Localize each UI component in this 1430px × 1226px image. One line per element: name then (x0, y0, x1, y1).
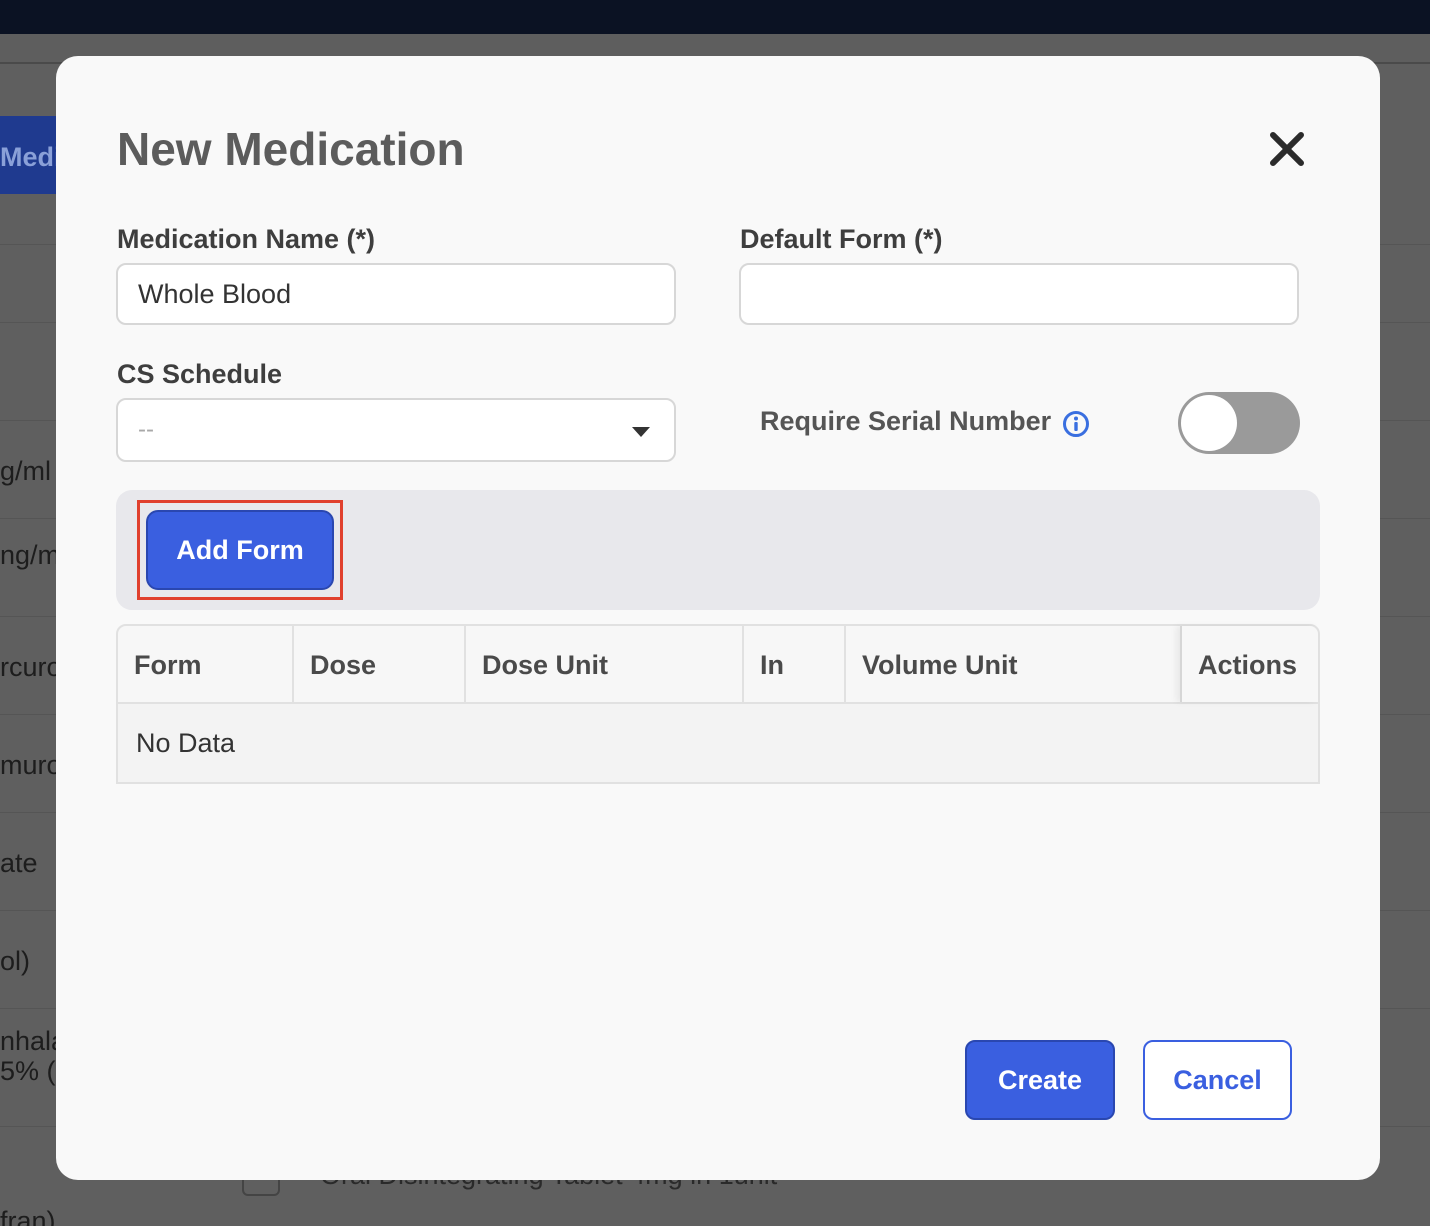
column-header-in[interactable]: In (744, 626, 846, 702)
create-button[interactable]: Create (965, 1040, 1115, 1120)
column-header-volume-unit[interactable]: Volume Unit (846, 626, 1180, 702)
app-top-bar (0, 0, 1430, 34)
cs-schedule-value: -- (138, 416, 154, 443)
medication-name-label: Medication Name (*) (117, 224, 376, 254)
column-header-form[interactable]: Form (118, 626, 294, 702)
cs-schedule-select[interactable]: -- (116, 398, 676, 462)
default-form-input[interactable] (739, 263, 1299, 325)
table-body: No Data (116, 704, 1320, 784)
close-icon[interactable] (1266, 128, 1308, 170)
default-form-label: Default Form (*) (740, 224, 943, 254)
require-serial-toggle[interactable] (1178, 392, 1300, 454)
dialog-title: New Medication (117, 123, 465, 175)
chevron-down-icon (632, 427, 650, 437)
empty-state-text: No Data (136, 728, 236, 758)
cancel-button[interactable]: Cancel (1143, 1040, 1292, 1120)
info-icon[interactable] (1062, 410, 1090, 438)
column-header-dose-unit[interactable]: Dose Unit (466, 626, 744, 702)
table-header: Form Dose Dose Unit In Volume Unit Actio… (116, 624, 1320, 704)
forms-table: Form Dose Dose Unit In Volume Unit Actio… (116, 624, 1320, 784)
form-toolbar: Add Form (116, 490, 1320, 610)
background-row-text: fran) (0, 1206, 56, 1226)
column-header-actions: Actions (1180, 626, 1318, 702)
column-header-dose[interactable]: Dose (294, 626, 466, 702)
toggle-knob (1181, 395, 1237, 451)
require-serial-label: Require Serial Number (760, 406, 1052, 436)
add-form-button[interactable]: Add Form (146, 510, 334, 590)
cs-schedule-label: CS Schedule (117, 359, 283, 389)
new-medication-dialog: New Medication Medication Name (*) Defau… (56, 56, 1380, 1180)
medication-name-input[interactable] (116, 263, 676, 325)
